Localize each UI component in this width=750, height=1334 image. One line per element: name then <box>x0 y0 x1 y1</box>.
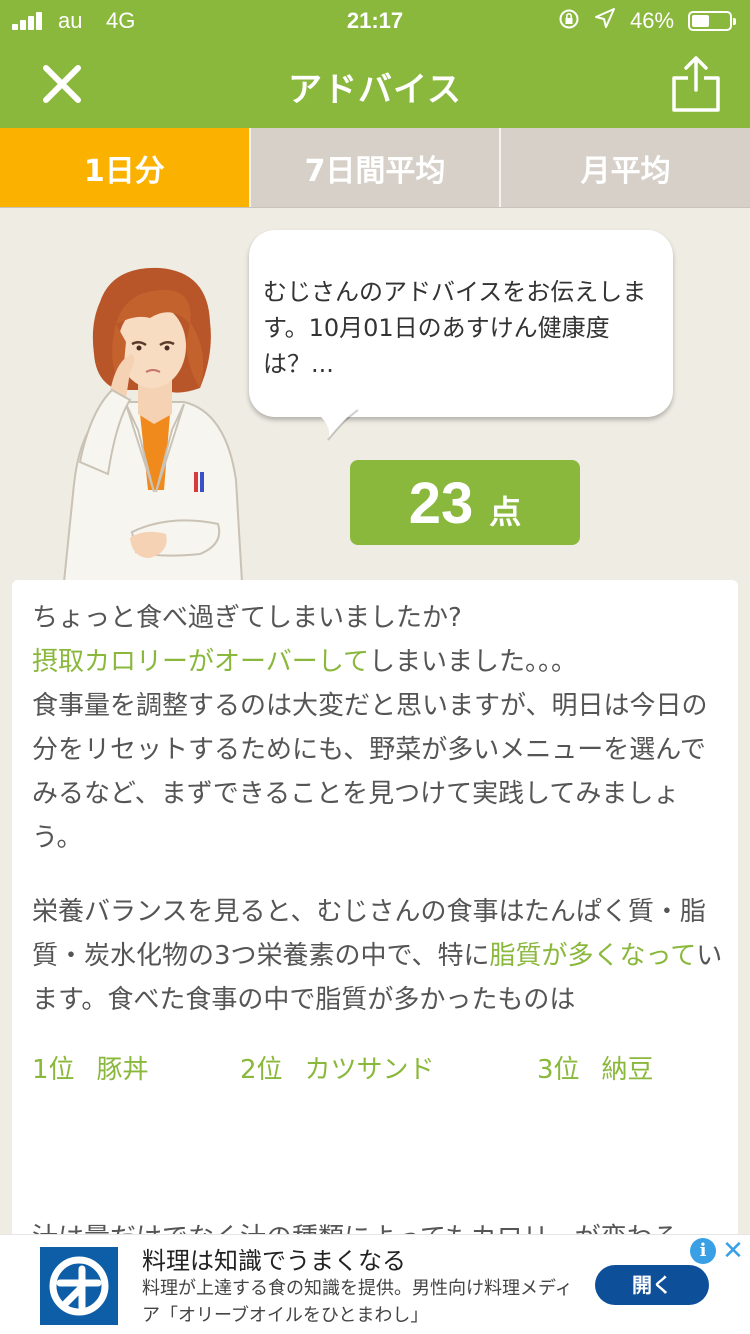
advice-line-2: 摂取カロリーがオーバーしてしまいました。。。 <box>32 640 724 684</box>
rank-position: 1位 <box>32 1055 75 1085</box>
rank-food: カツサンド <box>304 1055 435 1085</box>
score-unit: 点 <box>489 493 522 531</box>
rank-position: 2位 <box>240 1055 283 1085</box>
health-score-badge: 23 点 <box>350 460 580 545</box>
location-icon <box>594 7 616 35</box>
rank-food: 豚丼 <box>96 1055 149 1085</box>
tab-monthly-average[interactable]: 月平均 <box>499 128 750 207</box>
advice-line-1: ちょっと食べ過ぎてしまいましたか? <box>32 603 462 633</box>
status-bar: au 4G 21:17 46% <box>0 0 750 40</box>
advice-paragraph-1: 食事量を調整するのは大変だと思いますが、明日は今日の分をリセットするためにも、野… <box>32 691 708 853</box>
advice-paragraph-2: 栄養バランスを見ると、むじさんの食事はたんぱく質・脂質・炭水化物の3つ栄養素の中… <box>32 890 724 1022</box>
calorie-over-highlight: 摂取カロリーがオーバーして <box>32 647 369 677</box>
advice-line-2-rest: しまいました。。。 <box>368 647 577 677</box>
nav-bar: アドバイス <box>0 40 750 128</box>
ad-logo <box>40 1247 118 1325</box>
score-value: 23 <box>408 471 474 536</box>
fat-food-ranking: 1位 豚丼 2位 カツサンド 3位 納豆 <box>32 1048 724 1108</box>
battery-icon <box>688 11 736 31</box>
ranking-item: 2位 カツサンド <box>240 1048 435 1092</box>
speech-bubble-tail <box>310 408 359 441</box>
ad-close-icon[interactable]: ✕ <box>722 1238 744 1264</box>
fat-highlight: 脂質が多くなって <box>489 941 697 971</box>
ad-banner[interactable]: 料理は知識でうまくなる 料理が上達する食の知識を提供。男性向け料理メディア「オリ… <box>0 1234 750 1334</box>
advisor-illustration <box>60 262 250 583</box>
share-icon[interactable] <box>668 54 724 114</box>
ad-open-button[interactable]: 開く <box>595 1265 709 1305</box>
ad-description: 料理が上達する食の知識を提供。男性向け料理メディア「オリーブオイルをひとまわし」 <box>142 1278 573 1326</box>
tab-seven-day-average[interactable]: 7日間平均 <box>248 128 500 207</box>
advice-card: ちょっと食べ過ぎてしまいましたか? 摂取カロリーがオーバーしてしまいました。。。… <box>12 580 738 1334</box>
rank-position: 3位 <box>537 1055 580 1085</box>
ad-info-icon[interactable]: i <box>690 1238 716 1264</box>
bubble-text: むじさんのアドバイスをお伝えします。10月01日のあすけん健康度は？... <box>263 278 647 378</box>
ranking-item: 3位 納豆 <box>537 1048 654 1092</box>
battery-percent: 46% <box>630 8 675 33</box>
period-tabs: 1日分 7日間平均 月平均 <box>0 128 750 208</box>
rotation-lock-icon <box>558 8 580 36</box>
rank-food: 納豆 <box>601 1055 654 1085</box>
ad-title: 料理は知識でうまくなる <box>142 1247 406 1275</box>
tab-one-day[interactable]: 1日分 <box>0 128 249 207</box>
ranking-item: 1位 豚丼 <box>32 1048 149 1092</box>
page-title: アドバイス <box>288 70 462 110</box>
speech-bubble: むじさんのアドバイスをお伝えします。10月01日のあすけん健康度は？... <box>249 230 673 417</box>
